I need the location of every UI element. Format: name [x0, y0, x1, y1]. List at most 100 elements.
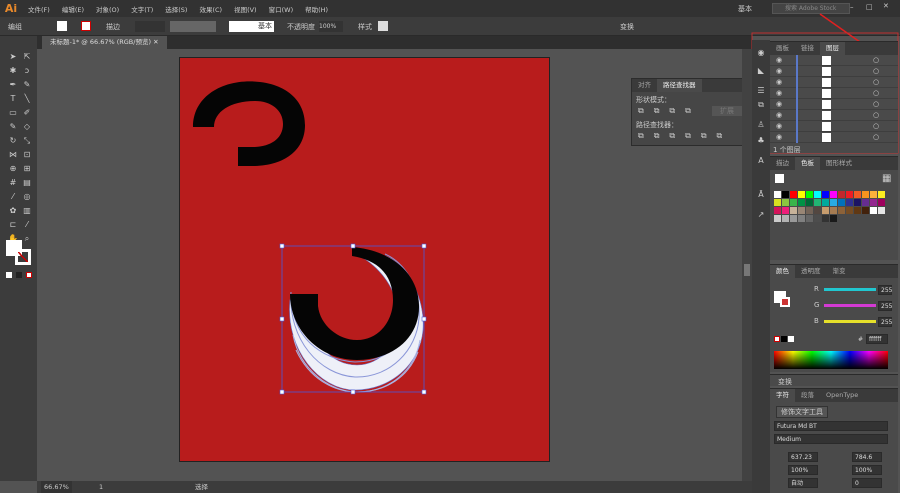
channel-slider[interactable] — [824, 320, 876, 323]
swatch[interactable] — [798, 191, 805, 198]
target-icon[interactable]: ○ — [873, 56, 879, 64]
layer-row[interactable]: ◉ ○ — [770, 66, 898, 77]
none-swatch[interactable] — [774, 336, 780, 342]
tab-pathfinder[interactable]: 路径查找器 — [657, 79, 702, 92]
layer-row[interactable]: ◉ ○ — [770, 88, 898, 99]
target-icon[interactable]: ○ — [873, 78, 879, 86]
layer-row[interactable]: ◉ ○ — [770, 132, 898, 143]
layer-row[interactable]: ◉ ○ — [770, 110, 898, 121]
swatch[interactable] — [822, 207, 829, 214]
swatch[interactable] — [782, 207, 789, 214]
swatch[interactable] — [846, 199, 853, 206]
swatch[interactable] — [806, 191, 813, 198]
swatch[interactable] — [774, 191, 781, 198]
channel-value-field[interactable]: 255 — [878, 285, 892, 295]
swatch[interactable] — [822, 191, 829, 198]
visibility-eye-icon[interactable]: ◉ — [776, 100, 782, 108]
swatch[interactable] — [798, 199, 805, 206]
zoom-level[interactable]: 66.67% — [41, 481, 72, 493]
shape-mode-buttons[interactable]: ⧉⧉⧉⧉ — [638, 106, 701, 116]
graphic-styles-icon[interactable]: ◣ — [755, 66, 767, 76]
swatch[interactable] — [790, 199, 797, 206]
channel-slider[interactable] — [824, 288, 876, 291]
vertical-scale-field[interactable]: 100% — [788, 465, 818, 475]
visibility-eye-icon[interactable]: ◉ — [776, 89, 782, 97]
swatch[interactable] — [822, 199, 829, 206]
swatch[interactable] — [814, 199, 821, 206]
target-icon[interactable]: ○ — [873, 100, 879, 108]
swatch[interactable] — [814, 215, 821, 222]
pathfinder-icon[interactable]: ⧉ — [755, 100, 767, 110]
swatch[interactable] — [862, 199, 869, 206]
swatch[interactable] — [846, 191, 853, 198]
swatch[interactable] — [806, 215, 813, 222]
target-icon[interactable]: ○ — [873, 67, 879, 75]
swatch[interactable] — [830, 207, 837, 214]
visibility-eye-icon[interactable]: ◉ — [776, 111, 782, 119]
target-icon[interactable]: ○ — [873, 89, 879, 97]
artboard-number[interactable]: 1 — [99, 481, 103, 493]
swatch[interactable] — [822, 215, 829, 222]
swatch[interactable] — [838, 191, 845, 198]
tab-graphic-styles[interactable]: 图形样式 — [820, 157, 858, 170]
swatch[interactable] — [806, 199, 813, 206]
swatch[interactable] — [790, 207, 797, 214]
align-icon[interactable]: ☰ — [755, 86, 767, 96]
swatch[interactable] — [806, 207, 813, 214]
visibility-eye-icon[interactable]: ◉ — [776, 56, 782, 64]
symbols-icon[interactable]: ♣ — [755, 136, 767, 146]
swatch[interactable] — [846, 207, 853, 214]
swatch[interactable] — [790, 215, 797, 222]
layer-row[interactable]: ◉ ○ — [770, 121, 898, 132]
target-icon[interactable]: ○ — [873, 111, 879, 119]
tab-opentype[interactable]: OpenType — [820, 389, 864, 402]
swatch[interactable] — [878, 207, 885, 214]
kerning-field[interactable]: 自动 — [788, 478, 818, 488]
font-family-field[interactable]: Futura Md BT — [774, 421, 888, 431]
swatch[interactable] — [814, 191, 821, 198]
horizontal-scale-field[interactable]: 100% — [852, 465, 882, 475]
tab-artboards[interactable]: 画板 — [770, 42, 795, 55]
font-size-field[interactable]: 637.23 — [788, 452, 818, 462]
swatch[interactable] — [830, 215, 837, 222]
tab-transparency[interactable]: 透明度 — [795, 265, 827, 278]
color-spectrum[interactable] — [774, 351, 888, 369]
swatch[interactable] — [870, 207, 877, 214]
tab-swatches[interactable]: 色板 — [795, 157, 820, 170]
tab-stroke[interactable]: 描边 — [770, 157, 795, 170]
layer-row[interactable]: ◉ ○ — [770, 77, 898, 88]
swatch[interactable] — [862, 207, 869, 214]
color-guide-icon[interactable]: ◉ — [755, 48, 767, 58]
visibility-eye-icon[interactable]: ◉ — [776, 133, 782, 141]
visibility-eye-icon[interactable]: ◉ — [776, 67, 782, 75]
black-swatch[interactable] — [781, 336, 787, 342]
hex-field[interactable]: ffffff — [866, 334, 888, 344]
color-stroke-box[interactable] — [780, 297, 790, 307]
tab-links[interactable]: 链接 — [795, 42, 820, 55]
export-icon[interactable]: ↗ — [755, 210, 767, 220]
swatch[interactable] — [830, 191, 837, 198]
swatch[interactable] — [782, 191, 789, 198]
white-swatch[interactable] — [788, 336, 794, 342]
target-icon[interactable]: ○ — [873, 122, 879, 130]
visibility-eye-icon[interactable]: ◉ — [776, 78, 782, 86]
swatch[interactable] — [782, 215, 789, 222]
swatch[interactable] — [774, 199, 781, 206]
leading-field[interactable]: 784.6 — [852, 452, 882, 462]
layer-row[interactable]: ◉ ○ — [770, 55, 898, 66]
tab-color[interactable]: 颜色 — [770, 265, 795, 278]
swatch[interactable] — [782, 199, 789, 206]
tracking-field[interactable]: 0 — [852, 478, 882, 488]
swatch[interactable] — [854, 207, 861, 214]
swatch[interactable] — [774, 215, 781, 222]
swatch-fill-indicator[interactable] — [775, 174, 784, 183]
puppet-icon[interactable]: ♙ — [755, 120, 767, 130]
transform-title[interactable]: 变换 — [778, 377, 792, 387]
swatch[interactable] — [854, 199, 861, 206]
channel-value-field[interactable]: 255 — [878, 317, 892, 327]
swatch[interactable] — [830, 199, 837, 206]
visibility-eye-icon[interactable]: ◉ — [776, 122, 782, 130]
target-icon[interactable]: ○ — [873, 133, 879, 141]
swatch[interactable] — [870, 191, 877, 198]
swatch[interactable] — [798, 215, 805, 222]
